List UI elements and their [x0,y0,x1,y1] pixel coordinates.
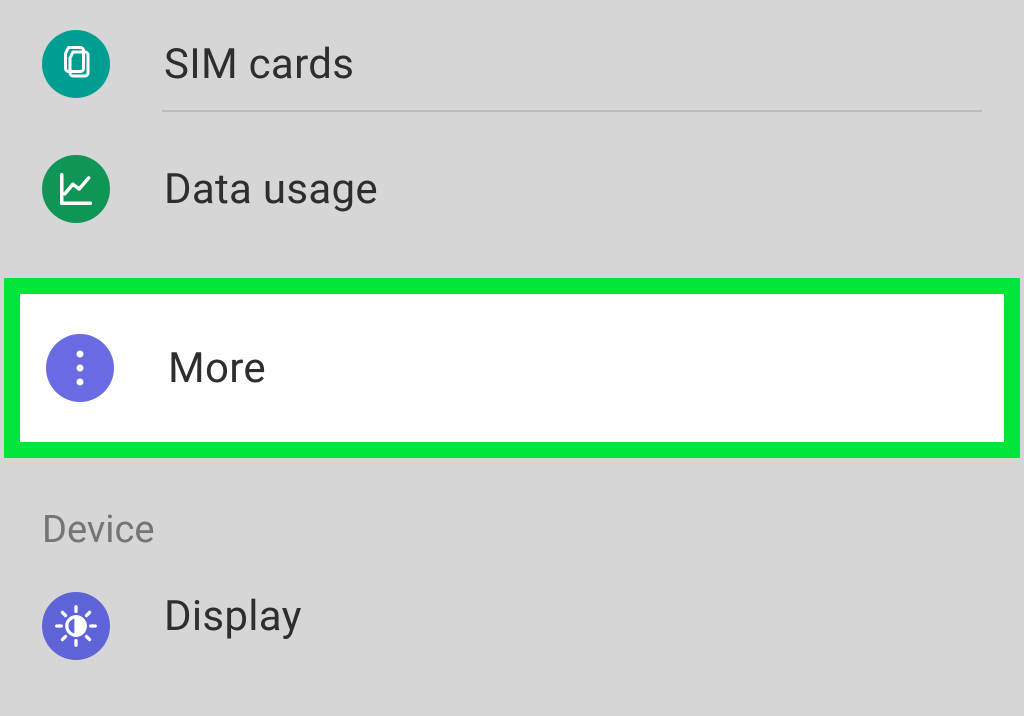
settings-item-label: SIM cards [164,40,354,89]
sim-icon [42,30,110,98]
settings-item-label: More [168,344,266,393]
settings-item-more[interactable]: More [20,294,1004,442]
settings-item-sim-cards[interactable]: SIM cards [0,0,1024,110]
more-icon [46,334,114,402]
settings-item-display[interactable]: Display [0,562,1024,682]
section-label: Device [42,508,155,552]
brightness-icon [42,592,110,660]
settings-item-data-usage[interactable]: Data usage [0,112,1024,266]
highlight-frame: More [4,278,1020,458]
settings-item-label: Display [164,592,302,641]
section-header-device: Device [0,458,1024,562]
chart-icon [42,155,110,223]
settings-list: SIM cards Data usage More [0,0,1024,682]
settings-item-label: Data usage [164,165,378,214]
